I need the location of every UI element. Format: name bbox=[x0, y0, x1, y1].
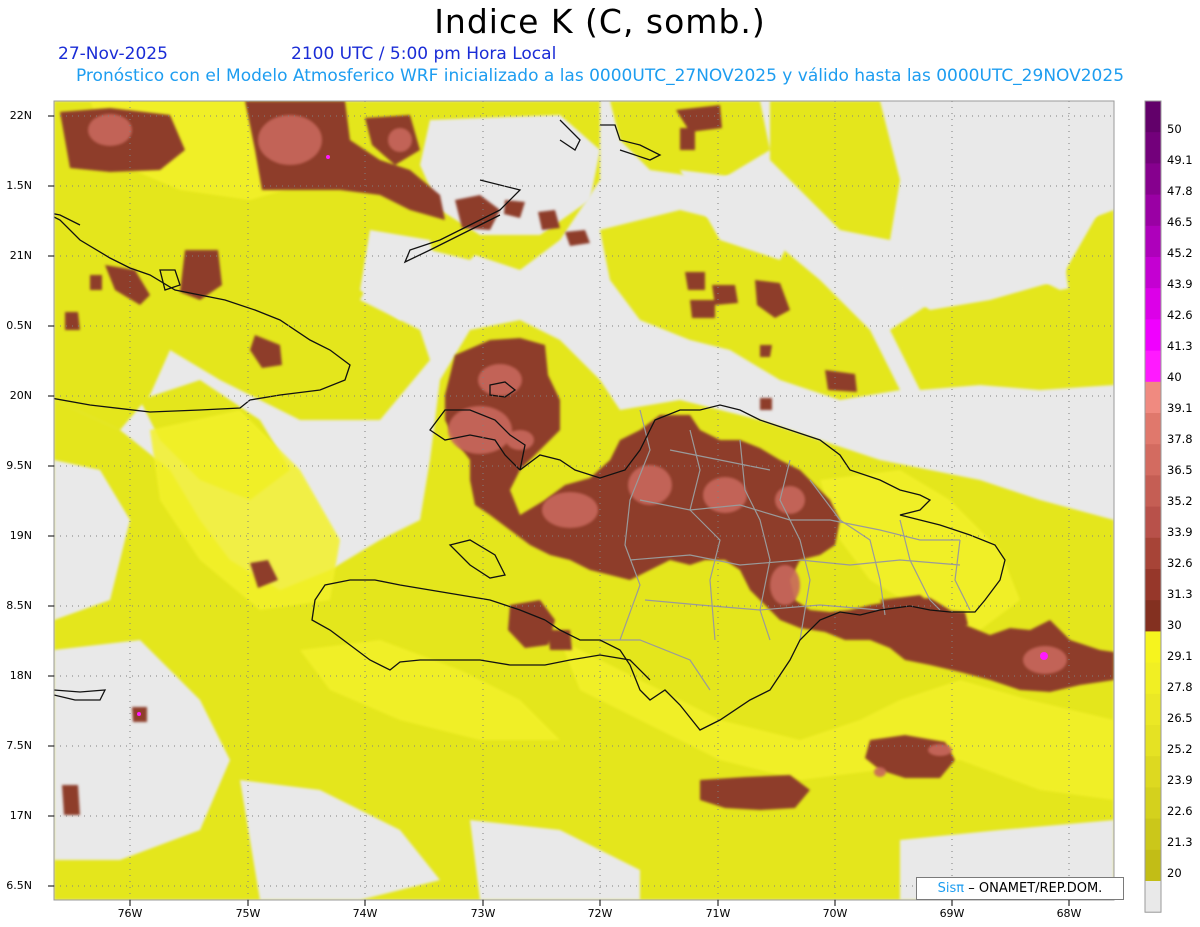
colorbar-swatch bbox=[1145, 881, 1161, 913]
lat-label: 1.5N bbox=[6, 179, 32, 192]
lat-label: 6.5N bbox=[6, 879, 32, 892]
lon-label: 70W bbox=[822, 907, 848, 920]
colorbar-swatch bbox=[1145, 413, 1161, 445]
colorbar-label: 41.3 bbox=[1167, 339, 1193, 353]
colorbar-label: 47.8 bbox=[1167, 184, 1193, 198]
credit-box: Sisπ – ONAMET/REP.DOM. bbox=[916, 877, 1124, 900]
colorbar-swatch bbox=[1145, 693, 1161, 726]
colorbar-label: 33.9 bbox=[1167, 525, 1193, 539]
colorbar-label: 27.8 bbox=[1167, 680, 1193, 694]
colorbar-swatch bbox=[1145, 350, 1161, 383]
credit-org: – ONAMET/REP.DOM. bbox=[968, 881, 1103, 896]
colorbar-swatch bbox=[1145, 163, 1161, 196]
lon-label: 72W bbox=[587, 907, 613, 920]
colorbar-label: 42.6 bbox=[1167, 308, 1193, 322]
colorbar-swatch bbox=[1145, 132, 1161, 164]
lon-label: 76W bbox=[117, 907, 143, 920]
colorbar bbox=[1144, 100, 1162, 913]
colorbar-label: 29.1 bbox=[1167, 649, 1193, 663]
colorbar-label: 22.6 bbox=[1167, 804, 1193, 818]
colorbar-swatch bbox=[1145, 319, 1161, 352]
colorbar-label: 50 bbox=[1167, 122, 1182, 136]
colorbar-label: 45.2 bbox=[1167, 246, 1193, 260]
colorbar-swatch bbox=[1145, 537, 1161, 570]
colorbar-swatch bbox=[1145, 725, 1161, 757]
plot-area bbox=[54, 101, 1114, 900]
colorbar-label: 31.3 bbox=[1167, 587, 1193, 601]
colorbar-swatch bbox=[1145, 818, 1161, 851]
colorbar-swatch bbox=[1145, 756, 1161, 788]
colorbar-swatch bbox=[1145, 444, 1161, 476]
lon-label: 71W bbox=[705, 907, 731, 920]
colorbar-label: 46.5 bbox=[1167, 215, 1193, 229]
lat-label: 21N bbox=[9, 249, 32, 262]
lat-label: 17N bbox=[9, 809, 32, 822]
colorbar-swatch bbox=[1145, 506, 1161, 539]
colorbar-label: 23.9 bbox=[1167, 773, 1193, 787]
colorbar-label: 39.1 bbox=[1167, 401, 1193, 415]
colorbar-swatch bbox=[1145, 849, 1161, 882]
lat-label: 18N bbox=[9, 669, 32, 682]
lon-label: 73W bbox=[470, 907, 496, 920]
colorbar-swatch bbox=[1145, 631, 1161, 664]
colorbar-swatch bbox=[1145, 569, 1161, 601]
colorbar-swatch bbox=[1145, 288, 1161, 320]
colorbar-label: 36.5 bbox=[1167, 463, 1193, 477]
colorbar-swatch bbox=[1145, 662, 1161, 695]
colorbar-label: 30 bbox=[1167, 618, 1182, 632]
lon-label: 74W bbox=[352, 907, 378, 920]
colorbar-label: 49.1 bbox=[1167, 153, 1193, 167]
sis-logo-text: Sisπ bbox=[937, 881, 965, 896]
lat-label: 0.5N bbox=[6, 319, 32, 332]
lat-label: 20N bbox=[9, 389, 32, 402]
colorbar-swatch bbox=[1145, 475, 1161, 508]
colorbar-label: 40 bbox=[1167, 370, 1182, 384]
lat-label: 8.5N bbox=[6, 599, 32, 612]
colorbar-label: 25.2 bbox=[1167, 742, 1193, 756]
lon-label: 68W bbox=[1056, 907, 1082, 920]
colorbar-swatch bbox=[1145, 600, 1161, 632]
lat-label: 19N bbox=[9, 529, 32, 542]
lon-label: 75W bbox=[235, 907, 261, 920]
colorbar-swatch bbox=[1145, 787, 1161, 820]
colorbar-label: 32.6 bbox=[1167, 556, 1193, 570]
colorbar-swatch bbox=[1145, 194, 1161, 227]
colorbar-label: 43.9 bbox=[1167, 277, 1193, 291]
colorbar-swatch bbox=[1145, 225, 1161, 258]
lat-label: 9.5N bbox=[6, 459, 32, 472]
colorbar-label: 21.3 bbox=[1167, 835, 1193, 849]
colorbar-label: 26.5 bbox=[1167, 711, 1193, 725]
colorbar-swatch bbox=[1145, 101, 1161, 133]
colorbar-label: 35.2 bbox=[1167, 494, 1193, 508]
colorbar-swatch bbox=[1145, 257, 1161, 289]
lat-label: 22N bbox=[9, 109, 32, 122]
k-index-map bbox=[48, 100, 1162, 913]
colorbar-label: 37.8 bbox=[1167, 432, 1193, 446]
colorbar-label: 20 bbox=[1167, 866, 1182, 880]
lon-label: 69W bbox=[939, 907, 965, 920]
colorbar-swatch bbox=[1145, 381, 1161, 414]
lat-label: 7.5N bbox=[6, 739, 32, 752]
